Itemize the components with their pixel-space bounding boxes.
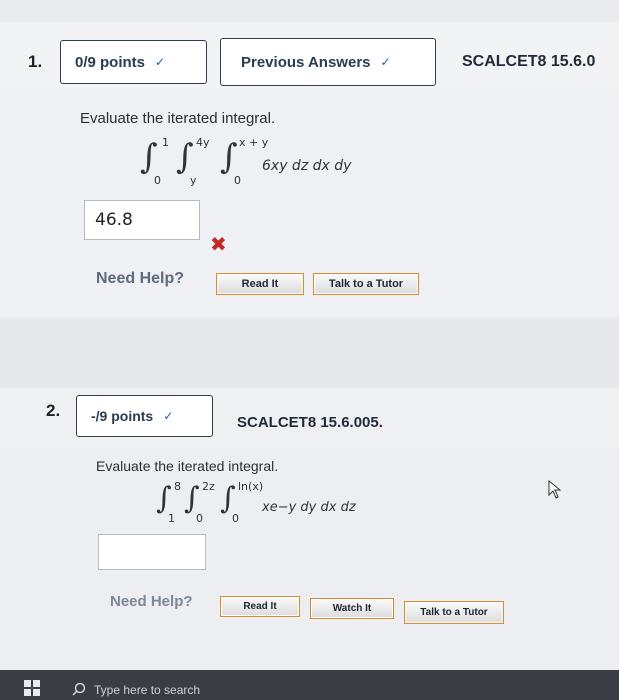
q2-watch-it-button[interactable]: Watch It [310,598,394,619]
q2-outer-lower: 1 [168,512,175,525]
taskbar-search-input[interactable]: Type here to search [94,683,200,697]
question-separator [0,318,619,388]
integral-sign: ∫ [184,481,200,516]
q2-prompt: Evaluate the iterated integral. [96,458,279,474]
q1-points-dropdown[interactable]: 0/9 points ✓ [60,40,207,84]
q2-number: 2. [46,401,61,420]
q1-problem-code: SCALCET8 15.6.0 [462,53,596,70]
integral-sign: ∫ [176,137,194,177]
q2-points-dropdown[interactable]: -/9 points ✓ [76,395,213,437]
q1-number: 1. [28,52,43,71]
previous-answers-label: Previous Answers [241,53,371,71]
integral-sign: ∫ [156,481,172,516]
q1-need-help-label: Need Help? [96,270,185,287]
q1-integral-expression: ∫ 1 0 ∫ 4y y ∫ x + y 0 6xy dz dx dy [140,136,400,196]
previous-answers-dropdown[interactable]: Previous Answers ✓ [220,38,436,86]
q2-inner-upper: ln(x) [238,480,264,493]
incorrect-x-icon: ✖ [210,234,227,256]
q2-middle-upper: 2z [202,480,215,493]
q2-answer-input[interactable] [98,534,206,570]
q1-inner-lower: 0 [234,174,241,187]
windows-start-icon[interactable] [24,680,40,696]
taskbar [0,670,619,700]
q1-points-label: 0/9 points [75,53,146,71]
q1-outer-upper: 1 [162,136,169,149]
q2-middle-lower: 0 [196,512,203,525]
q2-read-it-button[interactable]: Read It [220,596,300,617]
q2-integral-expression: ∫ 8 1 ∫ 2z 0 ∫ ln(x) 0 xe−y dy dx dz [156,480,396,530]
q2-problem-code: SCALCET8 15.6.005. [237,414,383,431]
q1-talk-to-tutor-button[interactable]: Talk to a Tutor [313,273,419,295]
q2-integrand: xe−y dy dx dz [262,500,356,515]
q2-points-label: -/9 points [91,408,154,424]
q1-prompt: Evaluate the iterated integral. [80,110,276,127]
q2-need-help-label: Need Help? [110,593,193,610]
q1-outer-lower: 0 [154,174,161,187]
q1-middle-upper: 4y [196,136,210,149]
integral-sign: ∫ [220,137,238,177]
q1-inner-upper: x + y [239,136,269,149]
mouse-cursor-icon [548,480,562,499]
q2-inner-lower: 0 [232,512,239,525]
q1-answer-input[interactable]: 46.8 [84,200,200,240]
chevron-down-icon: ✓ [155,55,166,69]
q1-read-it-button[interactable]: Read It [216,273,304,295]
chevron-down-icon: ✓ [380,55,391,69]
q2-outer-upper: 8 [174,480,181,493]
chevron-down-icon: ✓ [163,409,174,423]
q2-talk-to-tutor-button[interactable]: Talk to a Tutor [404,601,504,624]
q1-middle-lower: y [190,174,197,187]
integral-sign: ∫ [140,137,158,177]
q1-integrand: 6xy dz dx dy [262,158,352,174]
search-icon [72,682,86,696]
integral-sign: ∫ [220,481,236,516]
